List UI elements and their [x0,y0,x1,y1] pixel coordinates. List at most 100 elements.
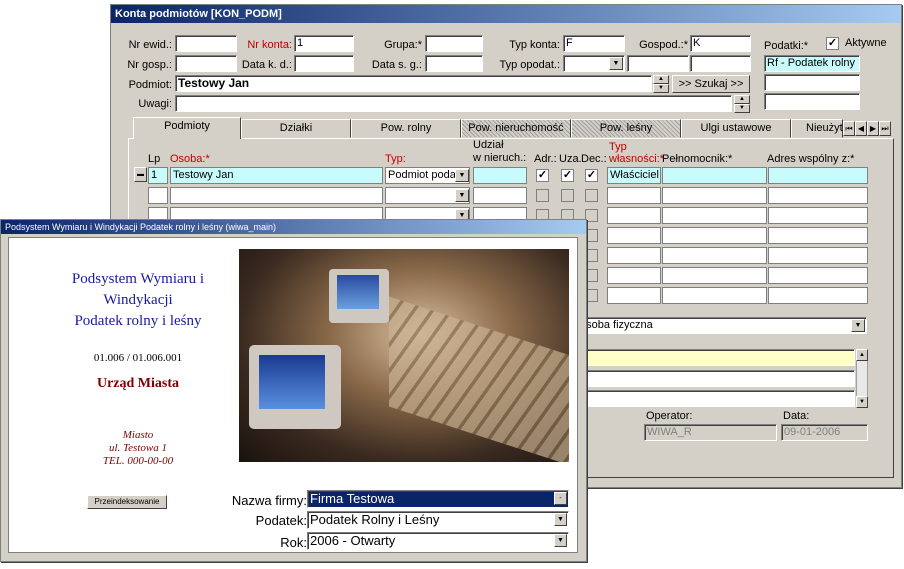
splash-window-title: Podsystem Wymiaru i Windykacji Podatek r… [1,220,586,234]
nr-konta-field[interactable]: 1 [294,35,354,52]
grid-empty-cell[interactable] [607,227,661,244]
grid-empty-cell[interactable] [662,267,767,284]
tab-ulgi-ustawowe[interactable]: Ulgi ustawowe [681,119,791,138]
tab-pow-nieruchomosc[interactable]: Pow. nieruchomość [461,119,571,138]
grid-empty-cell[interactable] [473,187,527,204]
col-adr-header: Adr.: [534,153,557,165]
row1-osoba[interactable]: Testowy Jan [170,167,383,184]
grid-empty-cell[interactable] [607,267,661,284]
notes-line-3[interactable] [584,390,855,407]
grid-row-selector-icon[interactable]: ▬ [134,167,147,182]
grid-empty-cell[interactable] [768,187,868,204]
notes-line-1[interactable] [584,349,855,366]
rok-dropdown-icon[interactable]: ▼ [554,534,567,547]
splash-content: Podsystem Wymiaru i Windykacji Podatek r… [8,237,578,553]
col-typ-wl-header-2: własności:* [609,153,665,165]
grid-empty-cell[interactable] [768,207,868,224]
grid-empty-cell[interactable] [768,247,868,264]
gospod-extra-field[interactable] [690,55,751,72]
podmiot-field[interactable]: Testowy Jan [175,75,652,92]
grid-empty-cell[interactable] [607,247,661,264]
podatek-list-item[interactable]: Rf - Podatek rolny [764,55,860,72]
tab-next-icon[interactable]: ▶ [867,121,879,136]
grid-empty-cell[interactable] [768,227,868,244]
data-kd-field[interactable] [294,55,354,72]
grid-empty-cell[interactable] [662,247,767,264]
aktywne-checkbox[interactable]: ✓ [826,37,839,50]
row1-udzial[interactable] [473,167,527,184]
tab-podmioty[interactable]: Podmioty [133,117,241,139]
version-text: 01.006 / 01.006.001 [93,352,183,364]
uwagi-field[interactable] [175,95,732,112]
grid-empty-cell[interactable] [662,187,767,204]
typ-opodat-extra-field[interactable] [627,55,689,72]
row1-typ-wlasnosci[interactable]: Właściciel [607,167,661,184]
typ-opodat-dropdown-icon[interactable]: ▼ [609,57,623,70]
tab-dzialki[interactable]: Działki [241,119,351,138]
grid-typ-dropdown-icon[interactable]: ▼ [455,189,469,202]
osoba-type-select[interactable]: osoba fizyczna [577,317,867,334]
row1-typ-dropdown-icon[interactable]: ▼ [455,169,469,182]
data-sg-field[interactable] [425,55,483,72]
gospod-field[interactable]: K [690,35,751,52]
grid-empty-checkbox[interactable] [585,189,598,202]
grid-empty-cell[interactable] [662,227,767,244]
podatek-list-empty-2[interactable] [764,93,860,110]
notes-scroll-down-icon[interactable]: ▼ [856,396,868,408]
osoba-type-dropdown-icon[interactable]: ▼ [851,319,865,332]
typ-konta-field[interactable]: F [563,35,625,52]
nr-gosp-field[interactable] [175,55,237,72]
nazwa-firmy-dropdown-icon[interactable]: - [554,492,567,505]
typ-konta-label: Typ konta: [509,39,560,51]
grid-empty-checkbox[interactable] [561,189,574,202]
podatek-select[interactable]: Podatek Rolny i Leśny [307,511,569,529]
szukaj-button[interactable]: >> Szukaj >> [672,75,750,93]
org-name: Urząd Miasta [96,376,180,391]
keyboard-graphic [389,296,569,462]
podmiot-down-icon[interactable]: ▼ [653,84,669,93]
col-pelnomocnik-header: Pełnomocnik:* [662,153,733,165]
grid-empty-cell[interactable] [607,287,661,304]
podatek-list-empty-1[interactable] [764,74,860,91]
tab-pow-rolny[interactable]: Pow. rolny [351,119,461,138]
podatek-dropdown-icon[interactable]: ▼ [554,513,567,526]
rok-select[interactable]: 2006 - Otwarty [307,532,569,550]
podmiot-up-icon[interactable]: ▲ [653,75,669,84]
grid-empty-cell[interactable] [768,287,868,304]
grid-empty-cell[interactable] [170,187,383,204]
typ-opodat-label: Typ opodat.: [499,59,560,71]
tab-nieuzyt[interactable]: Nieużyt [791,119,843,138]
col-dec-header: Dec.: [581,153,607,165]
tab-last-icon[interactable]: ⏭ [879,121,891,136]
uwagi-down-icon[interactable]: ▼ [734,104,750,113]
uwagi-up-icon[interactable]: ▲ [734,95,750,104]
col-uza-header: Uza. [559,153,582,165]
grid-empty-cell[interactable] [607,207,661,224]
grid-empty-cell[interactable] [607,187,661,204]
row1-adres[interactable] [768,167,868,184]
uwagi-label: Uwagi: [138,98,172,110]
row1-pelnomocnik[interactable] [662,167,767,184]
row1-adr-checkbox[interactable]: ✓ [536,169,549,182]
row1-lp[interactable]: 1 [148,167,168,184]
grupa-field[interactable] [425,35,483,52]
row1-dec-checkbox[interactable]: ✓ [585,169,598,182]
grid-empty-cell[interactable] [148,187,168,204]
col-udzial-header-2: w nieruch.: [473,152,527,164]
notes-line-2[interactable] [584,370,855,387]
grid-empty-checkbox[interactable] [536,189,549,202]
nazwa-firmy-select[interactable]: Firma Testowa [307,490,569,508]
grid-empty-cell[interactable] [662,287,767,304]
przeindeksowanie-button[interactable]: Przeindeksowanie [87,495,167,509]
nr-ewid-field[interactable] [175,35,237,52]
grid-empty-cell[interactable] [768,267,868,284]
notes-scroll-up-icon[interactable]: ▲ [856,349,868,361]
col-typ-wl-header-1: Typ [609,141,627,153]
tab-prev-icon[interactable]: ◀ [855,121,867,136]
nr-ewid-label: Nr ewid.: [128,39,172,51]
tab-first-icon[interactable]: ⏮ [843,121,855,136]
grid-empty-cell[interactable] [662,207,767,224]
row1-uza-checkbox[interactable]: ✓ [561,169,574,182]
podatek-label: Podatek: [255,513,307,528]
tab-pow-lesny[interactable]: Pow. leśny [571,119,681,138]
